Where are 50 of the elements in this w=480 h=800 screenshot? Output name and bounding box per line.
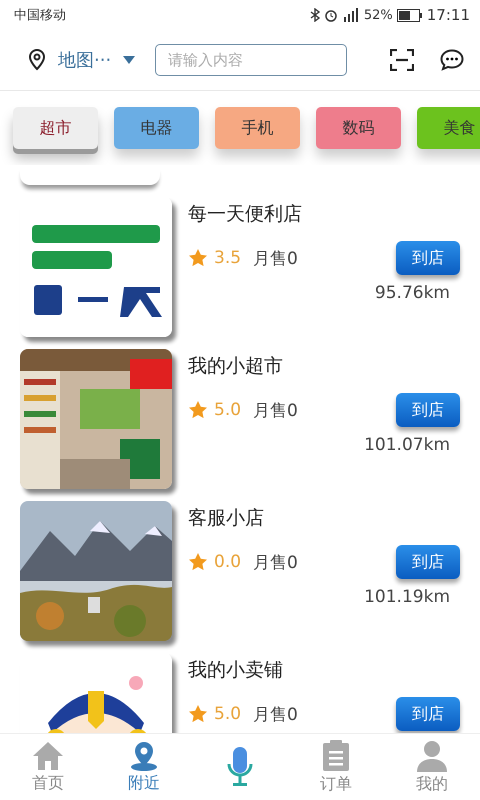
home-icon xyxy=(32,740,64,770)
store-name[interactable]: 每一天便利店 xyxy=(188,201,460,227)
signal-icon xyxy=(342,8,360,22)
store-rating: 5.0 xyxy=(214,704,242,724)
monthly-sales: 月售0 xyxy=(253,400,298,422)
category-tab[interactable]: 数码 xyxy=(316,107,401,149)
battery-icon xyxy=(396,8,423,22)
store-rating: 3.5 xyxy=(214,248,242,268)
store-name[interactable]: 客服小店 xyxy=(188,505,460,531)
nav-tab[interactable]: 首页 xyxy=(0,734,96,800)
nav-tab[interactable]: 订单 xyxy=(288,734,384,800)
store-distance: 101.07km xyxy=(364,435,450,455)
monthly-sales: 月售0 xyxy=(253,552,298,574)
chat-bubble-icon[interactable] xyxy=(440,49,464,71)
store-rating: 0.0 xyxy=(214,552,242,572)
visit-store-button[interactable]: 到店 xyxy=(396,393,460,427)
alarm-icon xyxy=(324,8,338,22)
nav-tab[interactable]: 我的 xyxy=(384,734,480,800)
store-distance: 101.19km xyxy=(364,587,450,607)
category-tab[interactable]: 电器 xyxy=(114,107,199,149)
star-icon xyxy=(188,704,208,724)
store-rating: 5.0 xyxy=(214,400,242,420)
search-field[interactable]: 请输入内容 xyxy=(155,44,348,76)
star-icon xyxy=(188,248,208,268)
battery-percentage: 52% xyxy=(364,8,393,22)
star-icon xyxy=(188,400,208,420)
category-tab[interactable]: 手机 xyxy=(215,107,300,149)
store-name[interactable]: 我的小卖铺 xyxy=(188,657,460,683)
star-icon xyxy=(188,552,208,572)
person-icon xyxy=(416,740,448,772)
clipboard-icon xyxy=(322,740,350,772)
location-selector[interactable]: 地图··· xyxy=(58,48,112,72)
bluetooth-icon xyxy=(310,8,320,22)
monthly-sales: 月售0 xyxy=(253,248,298,270)
location-pin-icon[interactable] xyxy=(28,49,46,71)
microphone-icon xyxy=(227,746,253,788)
carrier-name: 中国移动 xyxy=(14,7,66,24)
visit-store-button[interactable]: 到店 xyxy=(396,697,460,731)
monthly-sales: 月售0 xyxy=(253,704,298,726)
nav-tab[interactable]: 附近 xyxy=(96,734,192,800)
store-name[interactable]: 我的小超市 xyxy=(188,353,460,379)
scan-icon[interactable] xyxy=(390,49,414,71)
location-pin-icon xyxy=(128,740,160,770)
store-distance: 95.76km xyxy=(374,283,450,303)
clock-time: 17:11 xyxy=(426,6,470,24)
visit-store-button[interactable]: 到店 xyxy=(396,545,460,579)
visit-store-button[interactable]: 到店 xyxy=(396,241,460,275)
caret-icon[interactable] xyxy=(123,56,136,64)
category-tab[interactable]: 美食 xyxy=(417,107,480,149)
category-tab[interactable]: 超市 xyxy=(13,107,98,149)
